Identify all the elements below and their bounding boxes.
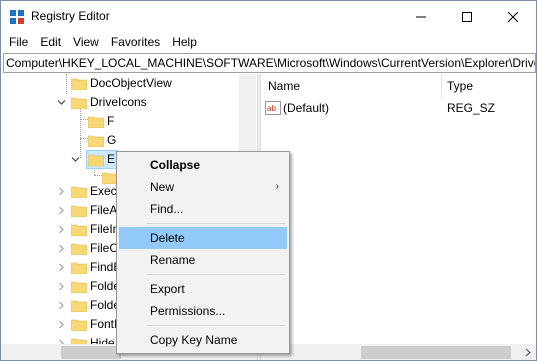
menu-item-find[interactable]: Find... [119,198,287,220]
column-header-name[interactable]: Name [268,74,300,99]
menu-item-new[interactable]: New › [119,176,287,198]
tree-guide [94,175,102,176]
menu-item-label: Collapse [150,158,201,172]
tree-item-label: FontI [90,317,118,331]
registry-editor-window: Registry Editor File Edit View Favorites… [0,0,537,361]
tree-item-label: DriveIcons [90,95,147,109]
tree-item-label: E [107,152,116,166]
folder-icon [70,318,88,332]
menu-file[interactable]: File [3,32,34,52]
maximize-button[interactable] [444,1,490,32]
folder-icon [70,96,88,110]
folder-icon [70,280,88,294]
menu-item-copy-key-name[interactable]: Copy Key Name [119,329,287,351]
menu-item-export[interactable]: Export [119,278,287,300]
chevron-right-icon[interactable] [57,263,66,272]
menu-separator [147,325,285,326]
menu-separator [147,274,285,275]
scroll-right-icon[interactable] [524,348,532,357]
tree-item-label: DocObjectView [90,76,172,90]
value-row-default[interactable]: ab (Default) REG_SZ [261,99,536,118]
tree-item-label: FileA [90,203,118,217]
minimize-button[interactable] [398,1,444,32]
minimize-icon [416,16,426,17]
tree-guide [80,119,88,120]
reg-string-icon: ab [265,101,281,115]
menu-item-label: Delete [150,231,185,245]
chevron-right-icon[interactable] [57,244,66,253]
maximize-icon [462,11,472,22]
menu-item-label: Find... [150,202,184,216]
menu-help[interactable]: Help [166,32,203,52]
chevron-right-icon[interactable] [57,320,66,329]
window-title: Registry Editor [31,9,110,23]
menu-item-label: Copy Key Name [150,333,238,347]
folder-icon [70,223,88,237]
menu-item-label: Export [150,282,185,296]
column-separator[interactable] [441,74,442,99]
close-button[interactable] [490,1,536,32]
menu-bar: File Edit View Favorites Help [1,32,536,52]
folder-icon [70,185,88,199]
registry-editor-icon [10,10,24,24]
menu-item-collapse[interactable]: Collapse [119,154,287,176]
tree-item-label: G [107,133,117,147]
value-name: (Default) [283,101,330,115]
tree-guide [66,74,67,94]
chevron-down-icon[interactable] [71,155,80,164]
folder-icon [87,115,105,129]
address-bar[interactable]: Computer\HKEY_LOCAL_MACHINE\SOFTWARE\Mic… [3,53,536,73]
chevron-right-icon[interactable] [57,187,66,196]
column-header-type[interactable]: Type [447,74,473,99]
tree-item-label: FileIn [90,222,120,236]
context-menu: Collapse New › Find... Delete Rename Expo… [116,151,290,354]
folder-icon [70,242,88,256]
menu-item-label: Rename [150,253,196,267]
value-type: REG_SZ [447,101,496,115]
menu-item-label: Permissions... [150,304,226,318]
value-list: Name Type ab (Default) REG_SZ [261,74,536,360]
menu-item-rename[interactable]: Rename [119,249,287,271]
close-icon [508,11,518,22]
folder-icon [70,204,88,218]
chevron-right-icon[interactable] [57,282,66,291]
menu-item-label: New [150,180,175,194]
menu-separator [147,223,285,224]
submenu-arrow-icon: › [275,181,279,192]
folder-icon [87,134,105,148]
chevron-right-icon[interactable] [57,301,66,310]
chevron-right-icon[interactable] [57,206,66,215]
svg-text:ab: ab [267,104,276,113]
menu-item-delete[interactable]: Delete [119,227,287,249]
menu-item-permissions[interactable]: Permissions... [119,300,287,322]
menu-view[interactable]: View [67,32,105,52]
tree-item-label: FileC [90,241,119,255]
menu-edit[interactable]: Edit [34,32,67,52]
title-bar[interactable]: Registry Editor [1,1,536,32]
list-horizontal-scrollbar[interactable] [261,344,536,360]
scrollbar-thumb[interactable] [361,346,511,359]
menu-favorites[interactable]: Favorites [105,32,166,52]
folder-icon [70,77,88,91]
scrollbar-thumb[interactable] [61,346,121,359]
folder-icon [70,261,88,275]
chevron-down-icon[interactable] [57,98,66,107]
chevron-right-icon[interactable] [57,225,66,234]
folder-icon [87,153,105,167]
folder-icon [70,299,88,313]
tree-guide [80,102,81,158]
tree-guide [80,138,88,139]
tree-item-label: F [107,114,115,128]
